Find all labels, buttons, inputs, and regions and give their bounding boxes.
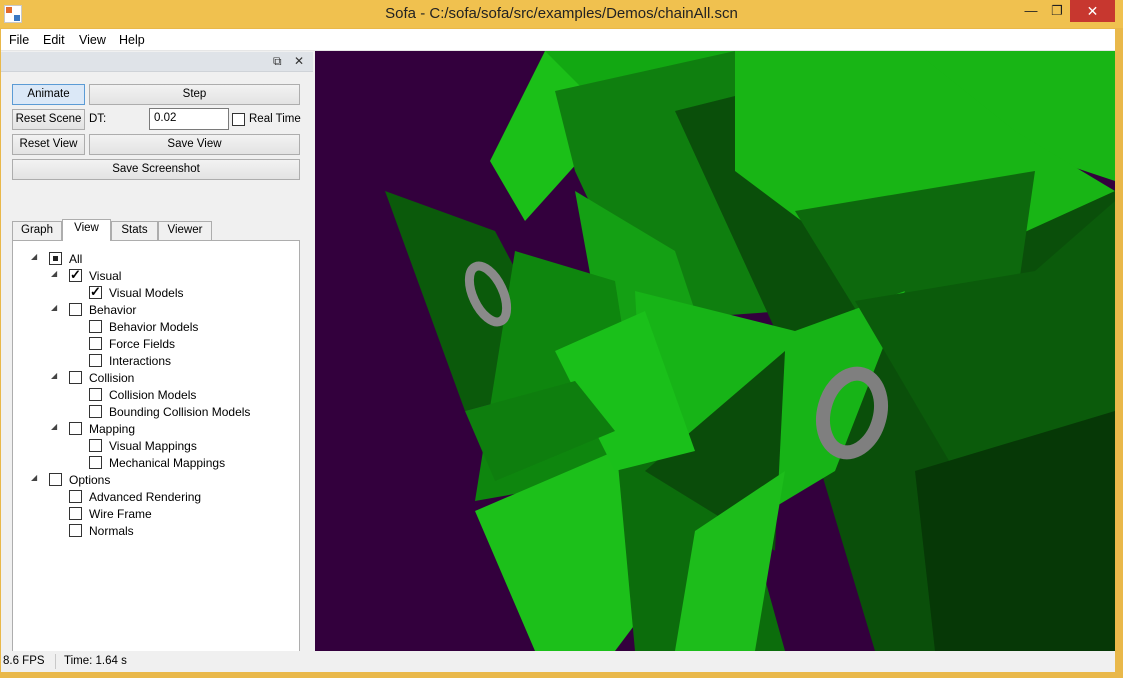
window-title: Sofa - C:/sofa/sofa/src/examples/Demos/c… xyxy=(385,5,738,22)
minimize-button[interactable]: — xyxy=(1018,0,1044,22)
expand-arrow-icon[interactable]: ◢ xyxy=(51,422,57,431)
tree-item-label: Options xyxy=(69,473,111,487)
status-bar: 8.6 FPS Time: 1.64 s xyxy=(1,651,1115,672)
save-screenshot-button[interactable]: Save Screenshot xyxy=(12,159,300,180)
tree-item-label: Collision Models xyxy=(109,388,197,402)
tree-item-label: Mapping xyxy=(89,422,136,436)
tree-checkbox[interactable] xyxy=(89,284,102,300)
tree-checkbox[interactable] xyxy=(89,456,102,469)
3d-viewport[interactable] xyxy=(315,51,1115,651)
dt-input[interactable]: 0.02 xyxy=(149,108,229,130)
tree-checkbox[interactable] xyxy=(89,439,102,452)
status-separator xyxy=(55,654,56,669)
close-window-button[interactable]: ✕ xyxy=(1070,0,1115,22)
tree-checkbox[interactable] xyxy=(49,252,62,265)
menu-bar: File Edit View Help xyxy=(1,29,1115,51)
tree-item-label: Mechanical Mappings xyxy=(109,456,226,470)
tree-item-label: Bounding Collision Models xyxy=(109,405,251,419)
tree-item-label: Behavior Models xyxy=(109,320,199,334)
background-desktop-strip xyxy=(0,678,1123,685)
animate-button[interactable]: Animate xyxy=(12,84,85,105)
tree-item-label: Wire Frame xyxy=(89,507,152,521)
tab-view[interactable]: View xyxy=(62,219,111,241)
menu-view[interactable]: View xyxy=(79,33,106,47)
tree-checkbox[interactable] xyxy=(89,405,102,418)
tree-item-label: Visual Mappings xyxy=(109,439,197,453)
tab-viewer[interactable]: Viewer xyxy=(158,221,212,240)
time-readout: Time: 1.64 s xyxy=(64,655,127,667)
tree-checkbox[interactable] xyxy=(69,490,82,503)
maximize-button[interactable]: ❐ xyxy=(1044,0,1070,22)
tab-graph[interactable]: Graph xyxy=(12,221,62,240)
tree-checkbox[interactable] xyxy=(89,388,102,401)
tree-item-label: Collision xyxy=(89,371,135,385)
tree-item-label: Behavior xyxy=(89,303,137,317)
tree-checkbox[interactable] xyxy=(69,303,82,316)
real-time-label: Real Time xyxy=(249,113,301,125)
view-options-tree: ◢ All ◢ Visual Visual Models ◢ Behavior Behavio… xyxy=(12,240,300,668)
menu-help[interactable]: Help xyxy=(119,33,145,47)
tree-item-label: Visual xyxy=(89,269,122,283)
expand-arrow-icon[interactable]: ◢ xyxy=(51,303,57,312)
dock-close-icon[interactable]: ✕ xyxy=(294,54,304,68)
tree-item-label: Force Fields xyxy=(109,337,176,351)
step-button[interactable]: Step xyxy=(89,84,300,105)
dock-float-icon[interactable]: ⧉ xyxy=(273,54,282,69)
tree-checkbox[interactable] xyxy=(69,507,82,520)
tree-checkbox[interactable] xyxy=(69,267,82,283)
tree-item-label: All xyxy=(69,252,83,266)
tree-item-label: Advanced Rendering xyxy=(89,490,202,504)
tree-checkbox[interactable] xyxy=(89,337,102,350)
menu-file[interactable]: File xyxy=(9,33,29,47)
expand-arrow-icon[interactable]: ◢ xyxy=(51,371,57,380)
dt-label: DT: xyxy=(89,113,107,125)
expand-arrow-icon[interactable]: ◢ xyxy=(31,473,37,482)
menu-edit[interactable]: Edit xyxy=(43,33,65,47)
title-bar: Sofa - C:/sofa/sofa/src/examples/Demos/c… xyxy=(0,0,1123,28)
scene-render xyxy=(385,51,1115,651)
reset-scene-button[interactable]: Reset Scene xyxy=(12,109,85,130)
fps-readout: 8.6 FPS xyxy=(3,655,45,667)
tab-stats[interactable]: Stats xyxy=(111,221,158,240)
expand-arrow-icon[interactable]: ◢ xyxy=(31,252,37,261)
reset-view-button[interactable]: Reset View xyxy=(12,134,85,155)
expand-arrow-icon[interactable]: ◢ xyxy=(51,269,57,278)
app-window: Sofa - C:/sofa/sofa/src/examples/Demos/c… xyxy=(0,0,1123,678)
dock-title-bar: ⧉ ✕ xyxy=(1,52,313,72)
tree-item-label: Normals xyxy=(89,524,134,538)
tree-item-label: Visual Models xyxy=(109,286,184,300)
tree-checkbox[interactable] xyxy=(69,524,82,537)
save-view-button[interactable]: Save View xyxy=(89,134,300,155)
tree-checkbox[interactable] xyxy=(69,371,82,384)
tree-checkbox[interactable] xyxy=(89,320,102,333)
tree-checkbox[interactable] xyxy=(69,422,82,435)
tree-checkbox[interactable] xyxy=(49,473,62,486)
tree-item-label: Interactions xyxy=(109,354,172,368)
real-time-checkbox[interactable] xyxy=(232,113,245,126)
tree-checkbox[interactable] xyxy=(89,354,102,367)
